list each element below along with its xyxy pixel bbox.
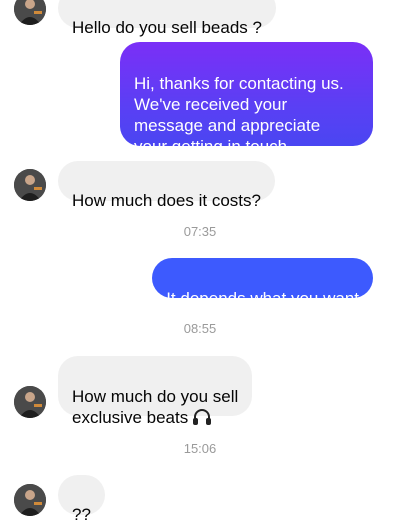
message-bubble-incoming[interactable]: Hello do you sell beads ? [58,0,276,37]
person-icon [14,0,46,25]
headphones-icon [192,408,212,431]
contact-avatar[interactable] [14,169,46,201]
message-text: How much does it costs? [72,191,261,210]
message-bubble-outgoing[interactable]: Hi, thanks for contacting us. We've rece… [120,42,373,156]
contact-avatar[interactable] [14,386,46,418]
message-timestamp: 08:55 [183,321,217,336]
contact-avatar[interactable] [14,484,46,516]
message-bubble-incoming[interactable]: ?? [58,475,105,524]
message-text: How much do you sell exclusive beats [72,387,239,427]
message-text: Hello do you sell beads ? [72,18,262,37]
contact-avatar[interactable] [14,0,46,25]
message-bubble-incoming[interactable]: How much do you sell exclusive beats [58,356,253,427]
person-icon [14,386,46,418]
message-text: It depends what you want [166,289,359,308]
message-timestamp: 07:35 [183,224,217,239]
person-icon [14,484,46,516]
message-text: ?? [72,505,91,524]
message-text: Hi, thanks for contacting us. We've rece… [134,74,344,156]
message-bubble-outgoing[interactable]: It depends what you want [152,258,373,308]
person-icon [14,169,46,201]
message-bubble-incoming[interactable]: How much does it costs? [58,161,275,210]
message-timestamp: 15:06 [183,441,217,456]
